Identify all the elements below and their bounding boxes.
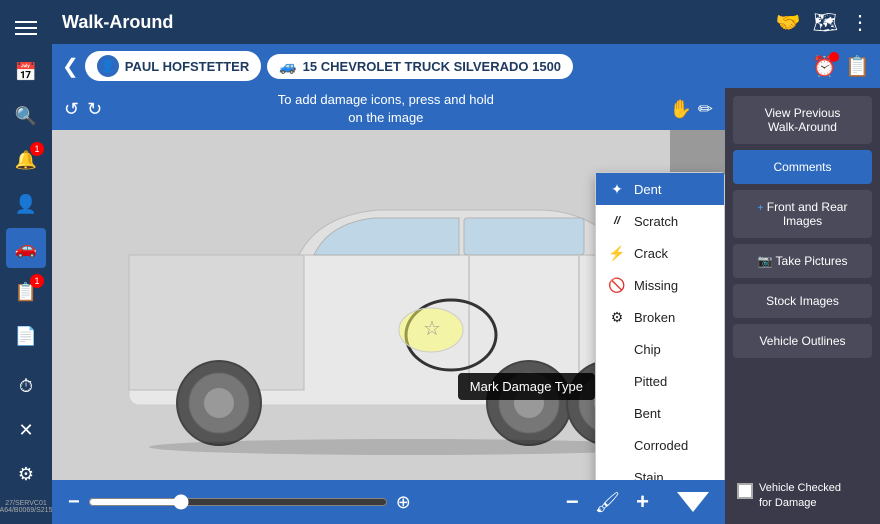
sidebar-footer: 27/SERVC01 A64/B0069/S215: [0, 498, 54, 516]
damage-item-corroded[interactable]: Corroded: [596, 429, 724, 461]
damage-item-chip[interactable]: Chip: [596, 333, 724, 365]
vehicle-checked-area: Vehicle Checked for Damage: [733, 475, 872, 516]
bent-icon: [608, 404, 626, 422]
missing-label: Missing: [634, 278, 678, 293]
vehicle-name: 15 CHEVROLET TRUCK SILVERADO 1500: [303, 59, 561, 74]
bottom-bar: − ⊕ − 🖌 +: [52, 480, 725, 524]
damage-item-pitted[interactable]: Pitted: [596, 365, 724, 397]
canvas-area: ↺ ↻ To add damage icons, press and hold …: [52, 88, 725, 524]
chip-icon: [608, 340, 626, 358]
plus-btn[interactable]: +: [636, 489, 649, 515]
scratch-label: Scratch: [634, 214, 678, 229]
sidebar-checklist-icon[interactable]: 📋 1: [6, 272, 46, 312]
sidebar-menu-icon[interactable]: [6, 8, 46, 48]
sub-bar: ❮ 👤 PAUL HOFSTETTER 🚙 15 CHEVROLET TRUCK…: [52, 44, 880, 88]
damage-item-broken[interactable]: ⚙ Broken: [596, 301, 724, 333]
comments-button[interactable]: Comments: [733, 150, 872, 184]
take-pictures-button[interactable]: 📷 Take Pictures: [733, 244, 872, 278]
undo-button[interactable]: ↺: [64, 99, 79, 120]
dent-label: Dent: [634, 182, 661, 197]
notification-badge: 1: [30, 142, 44, 156]
dent-icon: ✦: [608, 180, 626, 198]
canvas-instruction: To add damage icons, press and hold on t…: [110, 91, 661, 127]
minus-btn[interactable]: −: [566, 489, 579, 515]
damage-item-scratch[interactable]: // Scratch: [596, 205, 724, 237]
crack-icon: ⚡: [608, 244, 626, 262]
bent-label: Bent: [634, 406, 661, 421]
scroll-down-button[interactable]: [677, 492, 709, 512]
corroded-label: Corroded: [634, 438, 688, 453]
broken-icon: ⚙: [608, 308, 626, 326]
corroded-icon: [608, 436, 626, 454]
app-title: Walk-Around: [62, 12, 173, 33]
pitted-label: Pitted: [634, 374, 667, 389]
user-tag[interactable]: 👤 PAUL HOFSTETTER: [85, 51, 261, 81]
user-name: PAUL HOFSTETTER: [125, 59, 249, 74]
view-previous-button[interactable]: View Previous Walk-Around: [733, 96, 872, 144]
broken-label: Broken: [634, 310, 675, 325]
map-icon[interactable]: 🗺: [813, 10, 838, 35]
paint-icon[interactable]: 🖌: [595, 490, 620, 515]
checklist-badge: 1: [30, 274, 44, 288]
pitted-icon: [608, 372, 626, 390]
scratch-icon: //: [608, 212, 626, 230]
missing-icon: 🚫: [608, 276, 626, 294]
vehicle-icon: 🚙: [279, 58, 296, 75]
chip-label: Chip: [634, 342, 661, 357]
vehicle-checked-label: Vehicle Checked for Damage: [759, 481, 841, 510]
top-bar: Walk-Around 🤝 🗺 ⋮: [52, 0, 880, 44]
handshake-icon[interactable]: 🤝: [776, 10, 801, 35]
svg-text:☆: ☆: [423, 318, 441, 340]
damage-item-crack[interactable]: ⚡ Crack: [596, 237, 724, 269]
redo-button[interactable]: ↻: [87, 99, 102, 120]
sidebar-document-icon[interactable]: 📄: [6, 316, 46, 356]
sidebar: 📅 🔍 🔔 1 👤 🚗 📋 1 📄 ⏱ ✕ ⚙ 27/SERVC01 A64/B…: [0, 0, 52, 524]
damage-item-missing[interactable]: 🚫 Missing: [596, 269, 724, 301]
hand-icon[interactable]: ✋: [669, 99, 691, 120]
sidebar-vehicle-icon[interactable]: 🚗: [6, 228, 46, 268]
vehicle-outlines-button[interactable]: Vehicle Outlines: [733, 324, 872, 358]
crack-label: Crack: [634, 246, 668, 261]
vehicle-tag[interactable]: 🚙 15 CHEVROLET TRUCK SILVERADO 1500: [267, 54, 573, 79]
sidebar-search-icon[interactable]: 🔍: [6, 96, 46, 136]
alert-icon[interactable]: ⏰: [812, 54, 837, 79]
document-warning-icon[interactable]: 📋: [845, 54, 870, 79]
mark-damage-tooltip: Mark Damage Type: [458, 373, 595, 400]
damage-item-bent[interactable]: Bent: [596, 397, 724, 429]
vehicle-image-area[interactable]: ☆ Mark Damage Type ✦ Dent //: [52, 130, 725, 480]
pencil-icon[interactable]: ✏: [698, 99, 713, 120]
sidebar-timer-icon[interactable]: ⏱: [6, 366, 46, 406]
canvas-toolbar: ↺ ↻ To add damage icons, press and hold …: [52, 88, 725, 130]
back-button[interactable]: ❮: [62, 54, 79, 79]
sidebar-settings-icon[interactable]: ⚙: [6, 454, 46, 494]
sidebar-calendar-icon[interactable]: 📅: [6, 52, 46, 92]
sidebar-close-icon[interactable]: ✕: [6, 410, 46, 450]
truck-image: ☆: [99, 155, 679, 455]
right-panel: View Previous Walk-Around Comments + Fro…: [725, 88, 880, 524]
vehicle-checked-checkbox[interactable]: [737, 483, 753, 499]
zoom-in-icon[interactable]: ⊕: [396, 492, 411, 513]
stock-images-button[interactable]: Stock Images: [733, 284, 872, 318]
sidebar-notifications-icon[interactable]: 🔔 1: [6, 140, 46, 180]
damage-dropdown: ✦ Dent // Scratch ⚡ Crack 🚫: [595, 172, 725, 480]
damage-item-stain[interactable]: Stain: [596, 461, 724, 480]
user-avatar: 👤: [97, 55, 119, 77]
more-options-icon[interactable]: ⋮: [850, 10, 870, 35]
zoom-slider[interactable]: [88, 494, 388, 510]
zoom-out-icon[interactable]: −: [68, 491, 80, 514]
front-rear-button[interactable]: + Front and Rear Images: [733, 190, 872, 238]
sidebar-profile-icon[interactable]: 👤: [6, 184, 46, 224]
stain-label: Stain: [634, 470, 664, 481]
stain-icon: [608, 468, 626, 480]
damage-item-dent[interactable]: ✦ Dent: [596, 173, 724, 205]
